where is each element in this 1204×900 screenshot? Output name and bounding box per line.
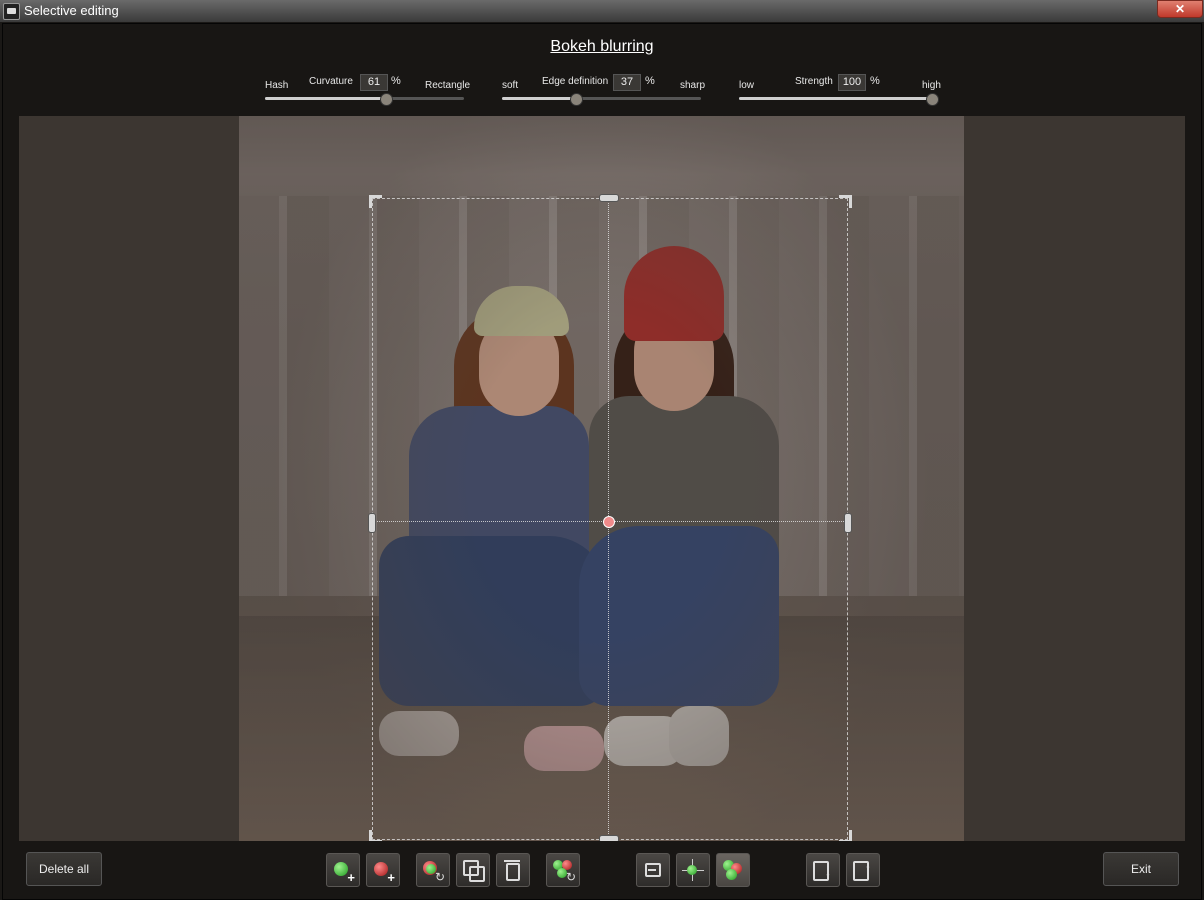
selection-right-handle[interactable]	[844, 513, 852, 533]
selection-top-handle[interactable]	[599, 194, 619, 202]
center-point-button[interactable]	[676, 853, 710, 887]
curvature-slider-group: Hash Curvature 61 % Rectangle	[265, 74, 470, 106]
multi-point-button[interactable]	[716, 853, 750, 887]
curvature-unit: %	[391, 75, 401, 87]
swap-all-points-button[interactable]: ↻	[546, 853, 580, 887]
strength-slider-thumb[interactable]	[926, 93, 939, 106]
strength-right-label: high	[922, 80, 941, 91]
edge-left-label: soft	[502, 80, 519, 91]
strength-value-field[interactable]: 100	[838, 74, 866, 91]
selection-bottom-handle[interactable]	[599, 835, 619, 841]
close-button[interactable]: ✕	[1157, 0, 1203, 18]
selection-corner-handle[interactable]	[839, 830, 852, 841]
selection-left-handle[interactable]	[368, 513, 376, 533]
edge-unit: %	[645, 75, 655, 87]
delete-all-button[interactable]: Delete all	[26, 852, 102, 886]
strength-slider-fill	[739, 97, 932, 100]
curvature-label: Curvature	[309, 76, 353, 87]
edge-slider-thumb[interactable]	[569, 93, 583, 106]
strength-label: Strength	[795, 76, 833, 87]
export-mask-button[interactable]: ↓	[806, 853, 840, 887]
title-bar: Selective editing ✕	[0, 0, 1204, 22]
edge-slider-track[interactable]	[502, 93, 701, 106]
add-green-point-button[interactable]: +	[326, 853, 360, 887]
strength-slider-track[interactable]	[739, 93, 939, 106]
edge-label: Edge definition	[542, 76, 609, 87]
selection-center-point[interactable]	[603, 516, 615, 528]
edge-slider-group: soft Edge definition 37 % sharp	[502, 74, 706, 106]
curvature-left-label: Hash	[265, 80, 289, 91]
strength-unit: %	[870, 75, 880, 87]
window-title: Selective editing	[24, 3, 119, 18]
curvature-slider-track[interactable]	[265, 93, 464, 106]
swap-point-button[interactable]: ↻	[416, 853, 450, 887]
import-mask-button[interactable]: ↑	[846, 853, 880, 887]
photo-preview[interactable]	[239, 116, 964, 841]
effect-title[interactable]: Bokeh blurring	[0, 38, 1204, 56]
add-red-point-button[interactable]: +	[366, 853, 400, 887]
curvature-value-field[interactable]: 61	[360, 74, 388, 91]
strength-left-label: low	[739, 80, 755, 91]
selection-corner-handle[interactable]	[369, 195, 382, 208]
curvature-right-label: Rectangle	[425, 80, 471, 91]
exit-button[interactable]: Exit	[1103, 852, 1179, 886]
edge-right-label: sharp	[680, 80, 706, 91]
duplicate-button[interactable]	[456, 853, 490, 887]
strength-slider-group: low Strength 100 % high	[739, 74, 941, 106]
edge-slider-fill	[502, 97, 576, 100]
delete-point-button[interactable]	[496, 853, 530, 887]
edge-value-field[interactable]: 37	[613, 74, 641, 91]
app-icon	[3, 3, 20, 20]
curvature-slider-fill	[265, 97, 387, 100]
editing-canvas[interactable]	[19, 116, 1185, 841]
selection-corner-handle[interactable]	[839, 195, 852, 208]
minus-button[interactable]	[636, 853, 670, 887]
selection-corner-handle[interactable]	[369, 830, 382, 841]
